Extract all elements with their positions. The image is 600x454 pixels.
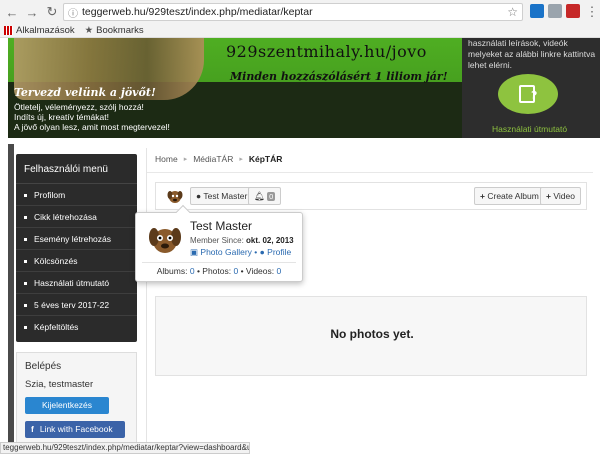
photos-count[interactable]: 0	[233, 266, 238, 276]
svg-text:?: ?	[531, 89, 537, 102]
facebook-icon: f	[31, 424, 34, 434]
page-edge	[8, 144, 14, 454]
popover-links: ▣ Photo Gallery • ● Profile	[190, 247, 292, 257]
user-icon: ●	[196, 191, 202, 201]
member-since: Member Since: okt. 02, 2013	[190, 236, 294, 245]
banner-line: Ötletelj, véleményezz, szólj hozzá!	[14, 102, 144, 112]
profile-link[interactable]: Profile	[267, 247, 291, 257]
user-menu-button[interactable]: ● Test Master	[190, 187, 254, 205]
photo-gallery-link[interactable]: Photo Gallery	[200, 247, 252, 257]
plus-icon: +	[480, 191, 485, 201]
gallery-toolbar: ● Test Master 🔔︎ 0 + Create Album + Vide…	[155, 182, 587, 210]
address-bar[interactable]: ⓘ teggerweb.hu/929teszt/index.php/mediat…	[63, 3, 523, 21]
breadcrumb-home[interactable]: Home	[155, 154, 178, 164]
banner-slogan: Minden hozzászólásért 1 liliom jár!	[230, 70, 448, 83]
status-bar-url: teggerweb.hu/929teszt/index.php/mediatar…	[0, 442, 250, 454]
menu-item-create-event[interactable]: Esemény létrehozás	[16, 228, 137, 250]
add-video-button[interactable]: + Video	[540, 187, 581, 205]
login-title: Belépés	[25, 361, 62, 372]
bookmark-folder[interactable]: ★ Bookmarks	[85, 25, 144, 36]
user-popover: Test Master Member Since: okt. 02, 2013 …	[135, 204, 303, 282]
login-box: Belépés Szia, testmaster Kijelentkezés f…	[16, 352, 137, 454]
banner-tagline: Tervezd velünk a jövőt!	[14, 86, 156, 99]
menu-item-profile[interactable]: Profilom	[16, 184, 137, 206]
banner-line: Indíts új, kreatív témákat!	[14, 112, 109, 122]
address-url: teggerweb.hu/929teszt/index.php/mediatar…	[82, 6, 313, 18]
menu-item-image-upload[interactable]: Képfeltöltés	[16, 316, 137, 338]
breadcrumb: Home ▸ MédiaTÁR ▸ KépTÁR	[155, 154, 282, 164]
reload-icon[interactable]: ↻	[44, 4, 60, 20]
facebook-link-button[interactable]: f Link with Facebook	[25, 421, 125, 438]
header-banner: 929szentmihaly.hu/jovo Minden hozzászólá…	[8, 38, 462, 138]
extension-icon[interactable]	[530, 4, 544, 18]
login-greeting: Szia, testmaster	[25, 379, 94, 390]
popover-name[interactable]: Test Master	[190, 219, 252, 233]
apps-icon	[4, 26, 13, 35]
help-link[interactable]: Használati útmutató	[492, 124, 567, 134]
chevron-right-icon: ▸	[239, 156, 243, 163]
site-title[interactable]: 929szentmihaly.hu/jovo	[226, 42, 427, 61]
menu-item-five-year-plan[interactable]: 5 éves terv 2017-22	[16, 294, 137, 316]
bookmark-star-icon[interactable]: ☆	[507, 5, 518, 19]
popover-stats: Albums: 0 • Photos: 0 • Videos: 0	[156, 266, 282, 276]
divider	[142, 262, 296, 263]
empty-message: No photos yet.	[330, 327, 414, 341]
breadcrumb-current: KépTÁR	[248, 154, 283, 164]
albums-count[interactable]: 0	[190, 266, 195, 276]
bell-icon: 🔔︎	[254, 191, 265, 201]
user-avatar-large[interactable]	[146, 219, 184, 257]
user-icon: ●	[259, 247, 265, 257]
banner-line: A jövő olyan lesz, amit most megtervezel…	[14, 122, 170, 132]
logout-button[interactable]: Kijelentkezés	[25, 397, 109, 414]
pdf-extension-icon[interactable]	[566, 4, 580, 18]
plus-icon: +	[546, 191, 551, 201]
image-icon: ▣	[190, 247, 199, 257]
breadcrumb-mediatar[interactable]: MédiaTÁR	[193, 154, 233, 164]
notifications-button[interactable]: 🔔︎ 0	[248, 187, 282, 205]
videos-count[interactable]: 0	[277, 266, 282, 276]
forward-icon[interactable]: →	[24, 4, 40, 20]
menu-item-user-guide[interactable]: Használati útmutató	[16, 272, 137, 294]
bookmarks-bar: Alkalmazások ★ Bookmarks	[0, 24, 600, 38]
user-avatar[interactable]	[166, 187, 184, 205]
menu-item-rental[interactable]: Kölcsönzés	[16, 250, 137, 272]
user-menu-title: Felhasználói menü	[16, 154, 137, 184]
browser-toolbar: ← → ↻ ⌂ ⓘ teggerweb.hu/929teszt/index.ph…	[0, 0, 600, 24]
chevron-right-icon: ▸	[183, 156, 188, 163]
bookmark-label: Bookmarks	[96, 25, 144, 36]
empty-state: No photos yet.	[155, 296, 587, 376]
content-panel: Home ▸ MédiaTÁR ▸ KépTÁR ● Test Master 🔔…	[146, 148, 593, 454]
menu-item-create-article[interactable]: Cikk létrehozása	[16, 206, 137, 228]
divider	[147, 172, 593, 173]
create-album-button[interactable]: + Create Album	[474, 187, 545, 205]
help-button[interactable]: ?	[498, 74, 558, 114]
bookmark-apps[interactable]: Alkalmazások	[4, 25, 75, 36]
help-document-icon: ?	[519, 85, 537, 103]
user-menu: Felhasználói menü Profilom Cikk létrehoz…	[16, 154, 137, 342]
notification-count: 0	[267, 192, 276, 201]
menu-icon[interactable]: ⋮	[584, 4, 600, 20]
help-text: használati leírások, videók melyeket az …	[468, 38, 596, 70]
info-icon: ⓘ	[68, 8, 78, 20]
back-icon[interactable]: ←	[4, 4, 20, 20]
bookmark-label: Alkalmazások	[16, 25, 75, 36]
extension-icon[interactable]	[548, 4, 562, 18]
star-icon: ★	[84, 25, 94, 36]
